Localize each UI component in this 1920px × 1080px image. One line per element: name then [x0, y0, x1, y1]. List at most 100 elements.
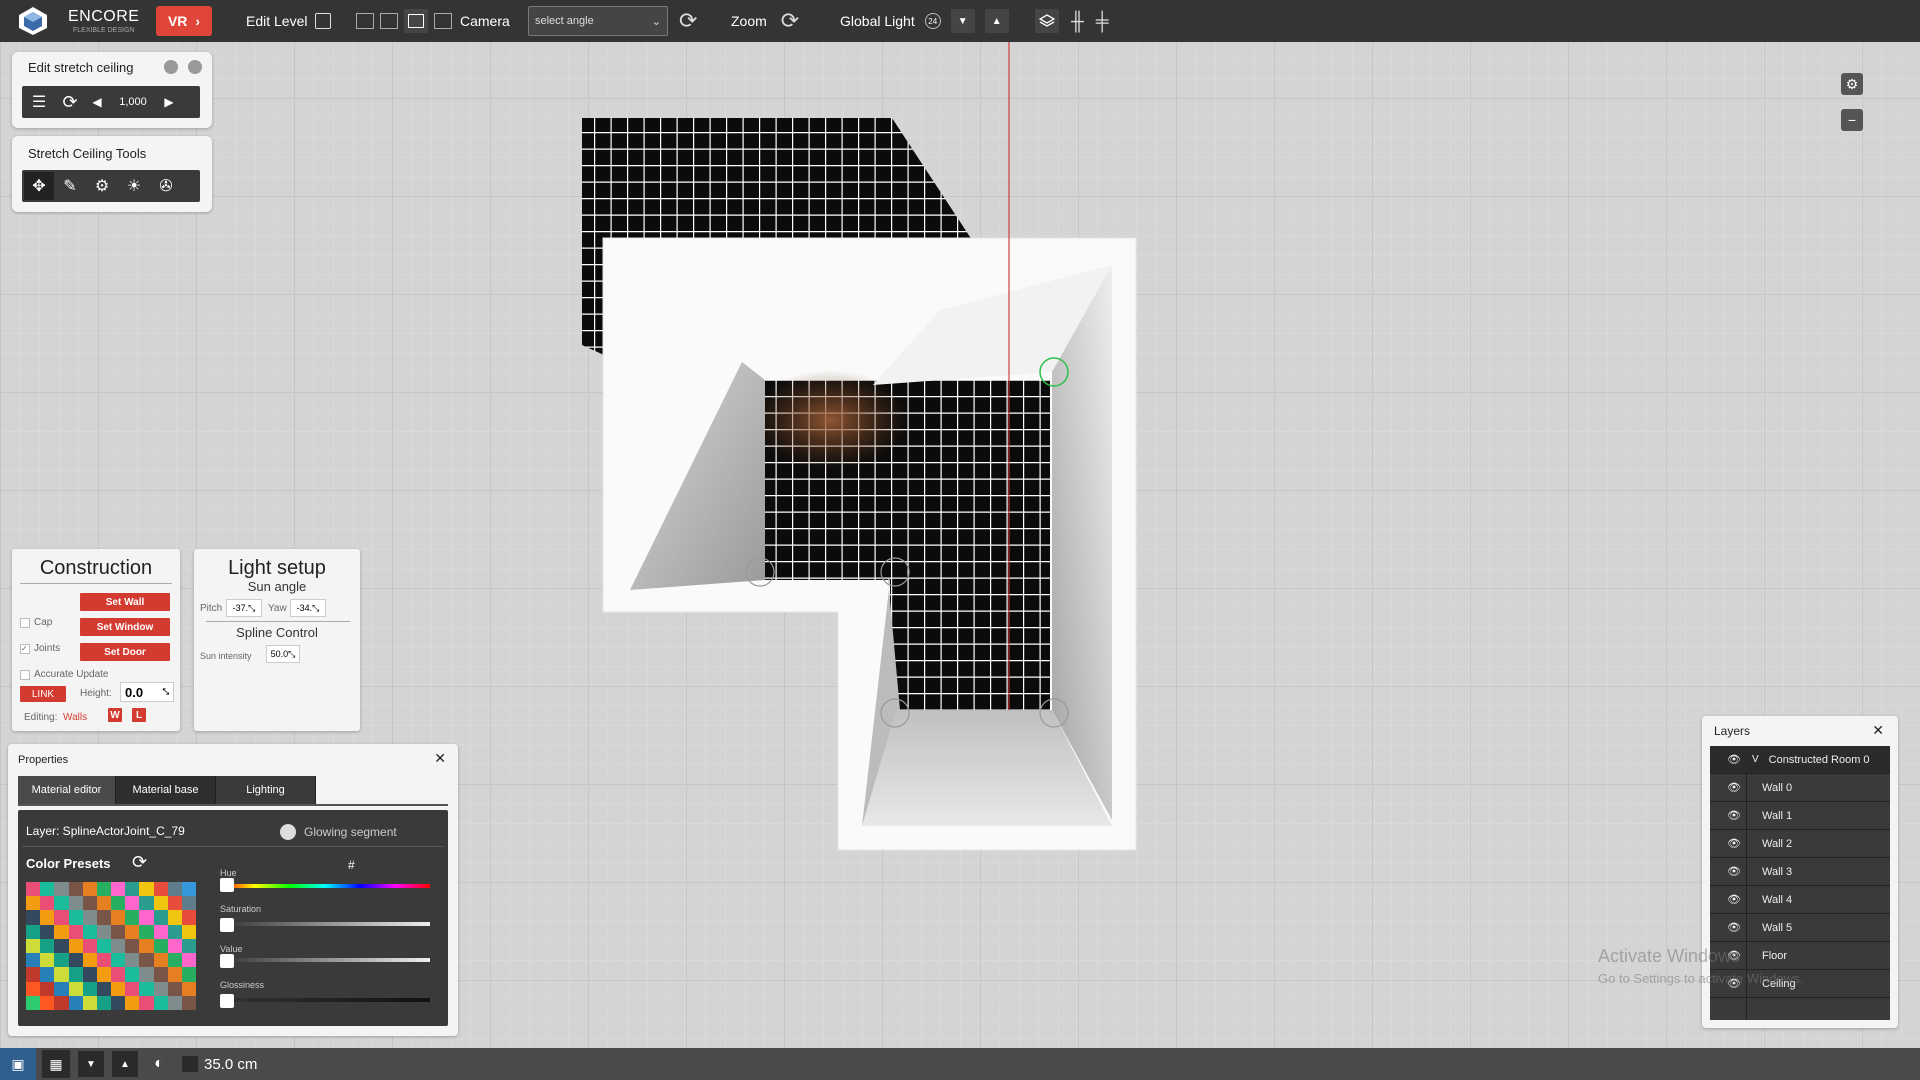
camera-view-icon[interactable]: ▣	[0, 1048, 36, 1080]
color-swatch[interactable]	[153, 924, 168, 939]
yaw-input[interactable]: -34. ⤡	[290, 599, 326, 617]
color-swatch[interactable]	[125, 938, 140, 954]
layer-item[interactable]: 👁 Wall 0	[1710, 774, 1890, 802]
color-swatch[interactable]	[181, 953, 196, 968]
color-swatch[interactable]	[96, 938, 111, 954]
color-swatch[interactable]	[181, 924, 196, 939]
set-wall-button[interactable]: Set Wall	[80, 593, 170, 611]
color-swatch[interactable]	[139, 981, 154, 996]
color-swatch[interactable]	[82, 910, 97, 925]
color-swatch[interactable]	[111, 910, 126, 925]
color-swatch[interactable]	[40, 910, 55, 925]
color-swatch[interactable]	[125, 981, 140, 996]
refresh-icon[interactable]: ⟳	[56, 92, 84, 113]
view-right-icon[interactable]	[380, 13, 398, 29]
height-input[interactable]: 0.0 ⤡	[120, 682, 174, 702]
refresh-presets-icon[interactable]: ⟳	[132, 852, 147, 873]
color-swatch[interactable]	[82, 938, 97, 954]
color-swatch[interactable]	[111, 896, 126, 911]
color-swatch[interactable]	[153, 995, 168, 1010]
eye-icon[interactable]: 👁	[1722, 837, 1746, 850]
close-icon[interactable]: ✕	[434, 750, 446, 767]
color-swatch-grid[interactable]	[26, 882, 196, 1010]
color-swatch[interactable]	[153, 967, 168, 982]
color-swatch[interactable]	[68, 953, 83, 968]
color-swatch[interactable]	[167, 938, 182, 954]
color-swatch[interactable]	[153, 910, 168, 925]
increment-icon[interactable]: ▶	[156, 95, 182, 109]
color-swatch[interactable]	[125, 995, 140, 1010]
minimize-button[interactable]: −	[1841, 109, 1863, 131]
saturation-handle[interactable]	[220, 918, 234, 932]
color-swatch[interactable]	[96, 910, 111, 925]
color-swatch[interactable]	[54, 896, 69, 911]
color-swatch[interactable]	[40, 953, 55, 968]
light-points-icon[interactable]: ⚙	[86, 176, 118, 196]
color-swatch[interactable]	[139, 882, 154, 897]
eye-icon[interactable]: 👁	[1722, 921, 1746, 934]
angle-select[interactable]: select angle ⌄	[528, 6, 668, 36]
light-up-icon[interactable]: ▲	[984, 9, 1009, 33]
color-swatch[interactable]	[111, 981, 126, 996]
expand-icon[interactable]: V	[1752, 754, 1759, 765]
arrow-down-icon[interactable]: ▼	[78, 1051, 104, 1077]
color-swatch[interactable]	[153, 953, 168, 968]
close-icon[interactable]: ✕	[1872, 722, 1884, 739]
toggle-a-icon[interactable]	[164, 60, 178, 74]
w-button[interactable]: W	[108, 708, 122, 722]
reset-zoom-icon[interactable]: ⟳	[781, 8, 799, 34]
color-swatch[interactable]	[68, 896, 83, 911]
color-swatch[interactable]	[139, 924, 154, 939]
color-swatch[interactable]	[96, 981, 111, 996]
light-down-icon[interactable]: ▼	[950, 9, 975, 33]
toggle-b-icon[interactable]	[188, 60, 202, 74]
move-icon[interactable]: ✥	[24, 172, 54, 200]
color-swatch[interactable]	[68, 924, 83, 939]
color-swatch[interactable]	[54, 924, 69, 939]
color-swatch[interactable]	[26, 882, 41, 897]
refresh-camera-icon[interactable]: ⟳	[679, 8, 697, 34]
grid-toggle-icon[interactable]: ▦	[42, 1050, 70, 1078]
settings-button[interactable]: ⚙	[1841, 73, 1863, 95]
color-swatch[interactable]	[181, 896, 196, 911]
color-swatch[interactable]	[82, 995, 97, 1010]
color-swatch[interactable]	[40, 924, 55, 939]
color-swatch[interactable]	[54, 981, 69, 996]
color-swatch[interactable]	[54, 938, 69, 954]
color-swatch[interactable]	[167, 882, 182, 897]
tab-material-base[interactable]: Material base	[116, 776, 216, 804]
set-window-button[interactable]: Set Window	[80, 618, 170, 636]
color-swatch[interactable]	[96, 882, 111, 897]
glossiness-slider[interactable]	[220, 998, 430, 1002]
layer-item[interactable]: 👁 Wall 1	[1710, 802, 1890, 830]
eye-icon[interactable]: 👁	[1722, 781, 1746, 794]
stretch-value[interactable]: 1,000	[110, 96, 156, 108]
color-swatch[interactable]	[111, 924, 126, 939]
color-swatch[interactable]	[82, 896, 97, 911]
tab-material-editor[interactable]: Material editor	[18, 776, 116, 804]
layer-item[interactable]: 👁 Wall 4	[1710, 886, 1890, 914]
pencil-icon[interactable]: ✎	[54, 176, 86, 196]
color-swatch[interactable]	[167, 924, 182, 939]
set-door-button[interactable]: Set Door	[80, 643, 170, 661]
aperture-icon[interactable]: ✇	[150, 176, 182, 196]
color-swatch[interactable]	[111, 967, 126, 982]
color-swatch[interactable]	[111, 938, 126, 954]
color-swatch[interactable]	[96, 924, 111, 939]
tab-lighting[interactable]: Lighting	[216, 776, 316, 804]
color-swatch[interactable]	[54, 953, 69, 968]
color-swatch[interactable]	[125, 967, 140, 982]
vr-button[interactable]: VR ›	[156, 6, 212, 36]
color-swatch[interactable]	[68, 995, 83, 1010]
color-swatch[interactable]	[139, 938, 154, 954]
accurate-update-checkbox[interactable]	[20, 669, 30, 680]
color-swatch[interactable]	[40, 896, 55, 911]
horizontal-align-icon[interactable]: ╪	[1096, 11, 1109, 32]
eye-icon[interactable]: 👁	[1722, 893, 1746, 906]
color-swatch[interactable]	[82, 882, 97, 897]
color-swatch[interactable]	[96, 896, 111, 911]
color-swatch[interactable]	[111, 953, 126, 968]
color-swatch[interactable]	[26, 995, 41, 1010]
color-swatch[interactable]	[139, 910, 154, 925]
color-swatch[interactable]	[68, 910, 83, 925]
